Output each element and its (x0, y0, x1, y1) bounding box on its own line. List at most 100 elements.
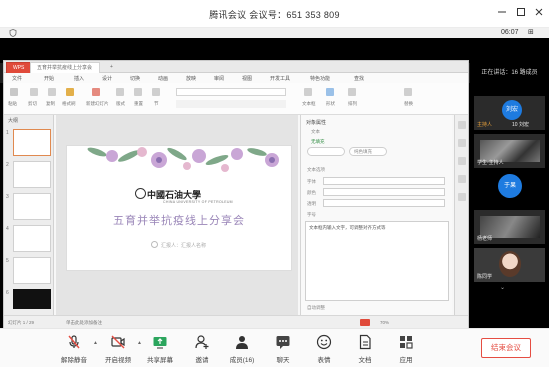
end-meeting-button[interactable]: 结束会议 (481, 338, 531, 358)
slide-thumb-4[interactable]: 4 (6, 225, 51, 252)
share-screen-button[interactable]: 共享屏幕 (143, 332, 177, 366)
maximize-icon[interactable] (515, 6, 527, 18)
ribbon-label: 节 (154, 101, 159, 106)
apps-button[interactable]: 应用 (389, 332, 423, 366)
paste-icon[interactable] (10, 88, 18, 96)
fill-option-solid[interactable]: 纯色填充 (349, 147, 387, 156)
slide-thumb-6[interactable]: 6 (6, 289, 51, 309)
ribbon-label: 格式刷 (62, 101, 76, 106)
participant-name: 杨老师 (477, 236, 493, 242)
font-select[interactable] (176, 88, 286, 96)
slide-thumb-2[interactable]: 2 (6, 161, 51, 188)
play-slideshow-icon[interactable] (360, 319, 370, 326)
reaction-button[interactable]: 表情 (307, 332, 341, 366)
transparency-field[interactable] (323, 199, 445, 207)
slide-thumbnails: 大纲 1 2 3 4 5 6 (4, 115, 54, 315)
current-slide[interactable]: 中國石油大學 CHINA UNIVERSITY OF PETROLEUM 五育并… (66, 145, 292, 271)
menu-item[interactable]: 查找 (354, 75, 364, 82)
ribbon-label: 新建幻灯片 (86, 101, 109, 106)
chevron-down-icon[interactable]: ⌄ (500, 284, 505, 291)
zoom-level[interactable]: 70% (380, 320, 389, 325)
participant-tile[interactable]: 杨老师 (474, 210, 545, 244)
menu-item[interactable]: 插入 (74, 75, 84, 82)
pane-footer[interactable]: 自动调整 (307, 305, 325, 311)
backup-icon[interactable] (458, 193, 466, 201)
video-options-caret[interactable]: ▲ (137, 340, 142, 346)
ppt-ribbon: 粘贴 剪切 复制 格式刷 新建幻灯片 版式 重置 节 文本框 形状 排列 替换 (4, 83, 468, 115)
video-button[interactable]: 开启视频 (101, 332, 135, 366)
chat-icon (276, 336, 290, 349)
participant-badge: 10 刘宏 (512, 122, 529, 128)
menu-item[interactable]: 设计 (102, 75, 112, 82)
participant-count: 正在讲话：16 路成员 (481, 70, 538, 76)
field-label: 透明 (307, 201, 316, 206)
cut-icon[interactable] (30, 88, 38, 96)
apps-icon (400, 336, 413, 349)
slide-headline[interactable]: 五育并举抗疫线上分享会 (67, 212, 291, 228)
mic-options-caret[interactable]: ▲ (93, 340, 98, 346)
ppt-menu-bar: 文件 开始 插入 设计 切换 动画 放映 审阅 视图 开发工具 特色功能 查找 (4, 73, 468, 83)
info-strip: 06:07 ⊞ (0, 28, 549, 38)
transition-icon[interactable] (458, 157, 466, 165)
participant-tile[interactable]: 刘宏 主持人 10 刘宏 (474, 96, 545, 130)
menu-item[interactable]: 审阅 (214, 75, 224, 82)
slide-thumb-5[interactable]: 5 (6, 257, 51, 284)
reset-icon[interactable] (134, 88, 142, 96)
arrange-icon[interactable] (348, 88, 356, 96)
participant-tile[interactable]: 于果 (474, 172, 545, 206)
slide-editor[interactable]: 中國石油大學 CHINA UNIVERSITY OF PETROLEUM 五育并… (56, 115, 298, 315)
slide-thumb-1[interactable]: 1 (6, 129, 51, 156)
slide-counter: 幻灯片 1 / 29 (8, 320, 35, 325)
color-field[interactable] (323, 188, 445, 196)
menu-item[interactable]: 开始 (44, 75, 54, 82)
avatar: 于果 (498, 174, 522, 198)
floral-decoration (87, 147, 279, 172)
microphone-muted-icon (68, 335, 80, 349)
document-button[interactable]: 文档 (348, 332, 382, 366)
pane-tab-a[interactable]: 无填充 (311, 139, 325, 145)
mute-button[interactable]: 解除静音 (57, 332, 91, 366)
invite-button[interactable]: 邀请 (185, 332, 219, 366)
object-properties-pane: 对象属性 文本 无填充 纯色填充 文本选项 字体 颜色 透明 字号 文本框内输入… (300, 115, 452, 315)
ribbon-label: 替换 (404, 101, 413, 106)
slide-author[interactable]: 汇报人：汇报人名称 (161, 242, 206, 249)
menu-item[interactable]: 视图 (242, 75, 252, 82)
shape-icon[interactable] (326, 88, 334, 96)
property-icon[interactable] (458, 121, 466, 129)
new-tab-button[interactable]: + (104, 62, 119, 73)
animation-icon[interactable] (458, 139, 466, 147)
close-icon[interactable] (533, 6, 545, 18)
menu-item[interactable]: 特色功能 (310, 75, 330, 82)
note-textarea[interactable]: 文本框内输入文字，可调整对齐方式等 (305, 221, 449, 301)
notes-placeholder[interactable]: 单击此处添加备注 (66, 320, 102, 326)
participant-tile[interactable]: 学生-主持人 (474, 134, 545, 168)
ppt-app-tab[interactable]: WPS (6, 62, 32, 73)
menu-item[interactable]: 开发工具 (270, 75, 290, 82)
replace-icon[interactable] (404, 88, 412, 96)
shield-icon[interactable] (9, 29, 17, 37)
copy-icon[interactable] (48, 88, 56, 96)
ppt-tab-strip: WPS 五育并举抗疫线上分享会 + (4, 61, 468, 73)
textbox-icon[interactable] (304, 88, 312, 96)
design-icon[interactable] (458, 175, 466, 183)
menu-item[interactable]: 文件 (12, 75, 22, 82)
slide-thumb-3[interactable]: 3 (6, 193, 51, 220)
layout-icon[interactable] (116, 88, 124, 96)
format-painter-icon[interactable] (66, 88, 74, 96)
font-field[interactable] (323, 177, 445, 185)
menu-item[interactable]: 动画 (158, 75, 168, 82)
members-button[interactable]: 成员(16) (225, 332, 259, 366)
font-format-row[interactable] (176, 100, 286, 108)
meeting-stage: 正在讲话：16 路成员 WPS 五育并举抗疫线上分享会 + 文件 开始 插入 设… (0, 38, 549, 329)
fill-option-none[interactable] (307, 147, 345, 156)
ribbon-label: 文本框 (302, 101, 316, 106)
section-icon[interactable] (152, 88, 160, 96)
participant-tile[interactable]: 陈同学 (474, 248, 545, 282)
menu-item[interactable]: 放映 (186, 75, 196, 82)
ppt-doc-tab[interactable]: 五育并举抗疫线上分享会 (30, 62, 100, 73)
layout-icon[interactable]: ⊞ (528, 28, 534, 36)
chat-button[interactable]: 聊天 (266, 332, 300, 366)
minimize-icon[interactable] (496, 6, 508, 18)
new-slide-icon[interactable] (92, 88, 100, 96)
menu-item[interactable]: 切换 (130, 75, 140, 82)
